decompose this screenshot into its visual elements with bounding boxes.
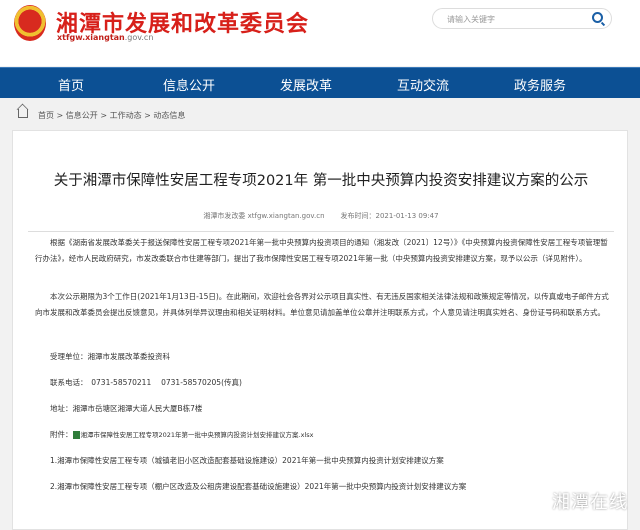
paragraph-period: 本次公示期限为3个工作日(2021年1月13日-15日)。在此期间，欢迎社会各界…	[35, 292, 609, 317]
paragraph-intro: 根据《湖南省发展改革委关于报送保障性安居工程专项2021年第一批中央预算内投资项…	[35, 238, 608, 263]
nav-services[interactable]: 政务服务	[514, 75, 566, 94]
nav-info-disclosure[interactable]: 信息公开	[163, 75, 215, 94]
nav-home[interactable]: 首页	[58, 75, 84, 94]
attachment-item-2: 2.湘潭市保障性安居工程专项（棚户区改造及公租房建设配套基础设施建设）2021年…	[50, 482, 467, 491]
nav-development-reform[interactable]: 发展改革	[280, 75, 332, 94]
attachment-row: 附件： 湘潭市保障性安居工程专项2021年第一批中央预算内投资计划安排建议方案.x…	[35, 427, 610, 443]
breadcrumb-info[interactable]: 信息公开	[66, 111, 98, 120]
excel-file-icon	[72, 431, 80, 439]
attachment-label: 附件：	[50, 430, 73, 439]
search-placeholder: 请输入关键字	[447, 15, 495, 24]
divider	[28, 231, 614, 232]
nav-interaction[interactable]: 互动交流	[397, 75, 449, 94]
home-icon[interactable]	[18, 109, 28, 118]
breadcrumb: 首页 > 信息公开 > 工作动态 > 动态信息	[0, 98, 640, 130]
article-title: 关于湘潭市保障性安居工程专项2021年 第一批中央预算内投资安排建议方案的公示	[53, 173, 589, 189]
attachment-item-1: 1.湘潭市保障性安居工程专项（城镇老旧小区改造配套基础设施建设）2021年第一批…	[50, 456, 444, 465]
site-domain: xtfgw.xiangtan.gov.cn	[57, 33, 154, 42]
search-input[interactable]: 请输入关键字	[432, 8, 612, 29]
contact-phone: 联系电话： 0731-58570211 0731-58570205(传真)	[50, 378, 242, 387]
breadcrumb-news[interactable]: 动态信息	[153, 111, 185, 120]
search-icon[interactable]	[592, 12, 603, 23]
breadcrumb-work[interactable]: 工作动态	[110, 111, 142, 120]
attachment-link[interactable]: 湘潭市保障性安居工程专项2021年第一批中央预算内投资计划安排建议方案.xlsx	[81, 431, 314, 439]
address: 地址：湘潭市岳塘区湘潭大道人民大厦B栋7楼	[50, 404, 203, 413]
national-emblem-logo	[14, 5, 46, 41]
breadcrumb-home[interactable]: 首页	[38, 111, 54, 120]
accepting-unit: 受理单位：湘潭市发展改革委投资科	[50, 352, 170, 361]
article-container: 关于湘潭市保障性安居工程专项2021年 第一批中央预算内投资安排建议方案的公示 …	[12, 130, 628, 530]
article-date: 发布时间：2021-01-13 09:47	[340, 212, 439, 220]
article-source: 湘潭市发改委 xtfgw.xiangtan.gov.cn	[203, 212, 325, 220]
watermark: 湘潭在线	[552, 492, 628, 513]
article-meta: 湘潭市发改委 xtfgw.xiangtan.gov.cn 发布时间：2021-01…	[13, 211, 629, 221]
site-header: 湘潭市发展和改革委员会 xtfgw.xiangtan.gov.cn 请输入关键字	[0, 0, 640, 66]
main-nav: 首页 信息公开 发展改革 互动交流 政务服务	[0, 67, 640, 98]
scrollbar-track[interactable]	[628, 130, 640, 523]
